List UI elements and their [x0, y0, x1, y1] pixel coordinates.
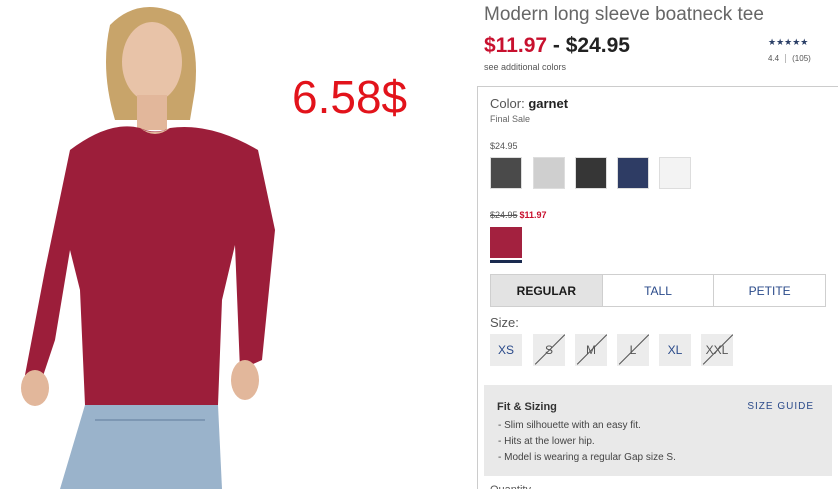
color-swatch-navy[interactable]	[617, 157, 649, 189]
see-additional-colors-link[interactable]: see additional colors	[484, 62, 566, 72]
color-swatch-charcoal[interactable]	[490, 157, 522, 189]
color-label-text: Color:	[490, 96, 525, 111]
sale-old-price: $24.95	[490, 210, 518, 220]
rating-divider	[785, 54, 787, 64]
size-option-xl[interactable]: XL	[659, 334, 691, 366]
sale-new-price: $11.97	[519, 210, 547, 220]
regular-price-group-label: $24.95	[490, 141, 518, 151]
rating-score: 4.4	[768, 54, 780, 63]
fit-notes-list: - Slim silhouette with an easy fit. - Hi…	[498, 418, 676, 466]
color-label: Color: garnet	[490, 96, 568, 111]
color-swatch-black[interactable]	[575, 157, 607, 189]
overlay-price: 6.58$	[292, 71, 408, 123]
fit-and-sizing-box: Fit & Sizing SIZE GUIDE - Slim silhouett…	[484, 385, 832, 476]
tab-regular[interactable]: REGULAR	[491, 275, 602, 306]
fit-sizing-heading: Fit & Sizing	[497, 401, 557, 413]
price-separator: -	[547, 34, 566, 57]
quantity-label: Quantity	[490, 484, 531, 489]
tab-tall[interactable]: TALL	[601, 275, 714, 306]
color-swatch-light-gray[interactable]	[533, 157, 565, 189]
fit-tabs: REGULAR TALL PETITE	[490, 274, 826, 307]
size-guide-link[interactable]: SIZE GUIDE	[747, 401, 814, 412]
star-rating-icon: ★★★★★	[768, 37, 809, 47]
rating-numbers: 4.4 (105)	[768, 54, 826, 64]
regular-price: $24.95	[565, 34, 630, 57]
review-count: (105)	[792, 54, 811, 63]
size-label: Size:	[490, 315, 519, 330]
color-swatch-white[interactable]	[659, 157, 691, 189]
size-option-m[interactable]: M	[575, 334, 607, 366]
tab-petite[interactable]: PETITE	[713, 275, 825, 306]
color-swatch-garnet[interactable]	[490, 227, 522, 258]
rating-summary[interactable]: ★★★★★ 4.4 (105)	[768, 37, 826, 64]
selected-swatch-indicator	[490, 260, 522, 263]
size-option-s[interactable]: S	[533, 334, 565, 366]
fit-note: - Slim silhouette with an easy fit.	[498, 420, 641, 431]
final-sale-note: Final Sale	[490, 114, 531, 124]
selected-color-name: garnet	[528, 96, 569, 111]
size-option-l[interactable]: L	[617, 334, 649, 366]
product-photo	[0, 0, 300, 489]
sale-price: $11.97	[484, 34, 548, 57]
fit-note: - Hits at the lower hip.	[498, 436, 595, 447]
size-option-xxl[interactable]: XXL	[701, 334, 733, 366]
size-option-xs[interactable]: XS	[490, 334, 522, 366]
sale-price-group-label: $24.95 $11.97	[490, 210, 547, 220]
price-range: $11.97 - $24.95	[484, 34, 630, 58]
fit-note: - Model is wearing a regular Gap size S.	[498, 452, 676, 463]
product-title: Modern long sleeve boatneck tee	[484, 4, 764, 25]
